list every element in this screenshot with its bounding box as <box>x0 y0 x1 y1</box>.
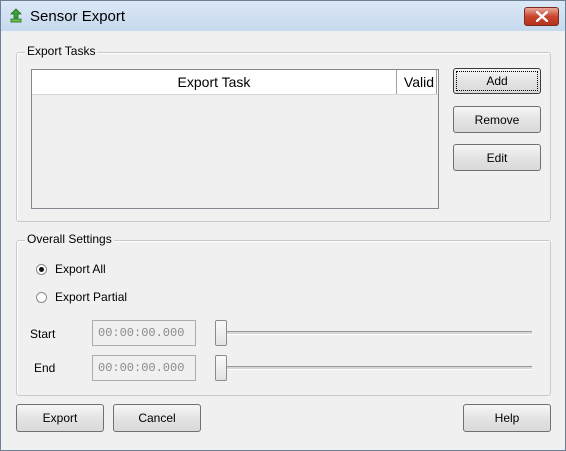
help-button[interactable]: Help <box>463 404 551 432</box>
focus-rect <box>456 71 538 91</box>
close-icon <box>536 11 548 22</box>
start-time-field[interactable]: 00:00:00.000 <box>92 320 196 346</box>
export-button[interactable]: Export <box>16 404 104 432</box>
export-tasks-group: Export Tasks Export Task Valid Add Remov… <box>16 44 551 222</box>
end-time-field[interactable]: 00:00:00.000 <box>92 355 196 381</box>
column-header-valid[interactable]: Valid <box>397 70 437 94</box>
end-slider-thumb[interactable] <box>215 355 227 381</box>
sensor-app-icon <box>10 8 22 23</box>
column-header-export-task[interactable]: Export Task <box>32 70 397 94</box>
edit-button[interactable]: Edit <box>453 144 541 171</box>
export-task-list[interactable]: Export Task Valid <box>31 69 439 209</box>
start-slider-thumb[interactable] <box>215 320 227 346</box>
overall-settings-group: Overall Settings Export All Export Parti… <box>16 232 551 396</box>
title-bar[interactable]: Sensor Export <box>1 1 565 31</box>
cancel-button[interactable]: Cancel <box>113 404 201 432</box>
radio-indicator <box>36 291 47 303</box>
add-button[interactable]: Add <box>453 68 541 94</box>
window-title: Sensor Export <box>30 8 126 25</box>
export-all-radio[interactable]: Export All <box>36 262 106 276</box>
export-tasks-group-label: Export Tasks <box>25 44 98 58</box>
radio-indicator-selected <box>36 263 47 275</box>
close-button[interactable] <box>524 7 559 26</box>
start-label: Start <box>30 327 56 341</box>
end-label: End <box>34 361 56 375</box>
export-partial-radio[interactable]: Export Partial <box>36 290 127 304</box>
list-header: Export Task Valid <box>32 70 438 95</box>
sensor-export-dialog: Sensor Export Export Tasks Export Task V… <box>0 0 566 451</box>
start-slider-track <box>221 331 532 335</box>
dialog-client-area: Export Tasks Export Task Valid Add Remov… <box>1 31 565 450</box>
overall-settings-group-label: Overall Settings <box>25 232 114 246</box>
remove-button[interactable]: Remove <box>453 106 541 133</box>
end-slider-track <box>221 366 532 370</box>
